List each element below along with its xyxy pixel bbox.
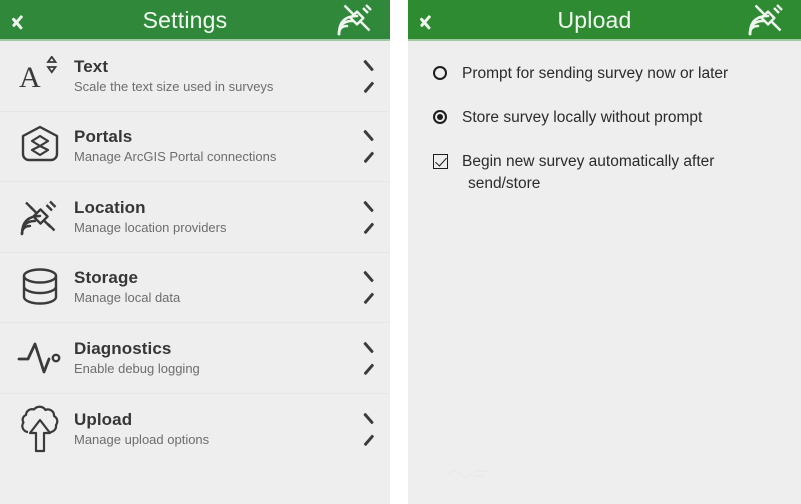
- settings-item-chevron[interactable]: [346, 419, 390, 439]
- svg-text:A: A: [19, 61, 41, 94]
- settings-item-upload-labels: Upload Manage upload options: [70, 409, 346, 449]
- portal-shield-icon: [21, 126, 59, 162]
- text-size-icon: A: [19, 55, 58, 94]
- settings-item-storage[interactable]: Storage Manage local data: [0, 253, 390, 323]
- pulse-icon-wrap: [10, 338, 70, 378]
- settings-item-subtitle: Manage upload options: [74, 431, 210, 447]
- database-icon-wrap: [10, 265, 70, 309]
- upload-option-label-text: Store survey locally without prompt: [462, 109, 703, 126]
- chevron-left-icon: [21, 10, 34, 32]
- settings-item-upload[interactable]: Upload Manage upload options: [0, 394, 390, 465]
- settings-item-title: Storage: [74, 268, 138, 288]
- settings-item-portals-labels: Portals Manage ArcGIS Portal connections: [70, 126, 346, 166]
- dual-screenshot-container: Settings A Text Scale the text size used…: [0, 0, 801, 504]
- settings-item-title: Portals: [74, 127, 133, 147]
- upload-option-begin-new-survey-label: Begin new survey automatically after sen…: [458, 151, 785, 195]
- upload-option-store-locally-control[interactable]: [422, 107, 458, 124]
- upload-satellite-button[interactable]: [735, 0, 801, 41]
- settings-item-storage-labels: Storage Manage local data: [70, 267, 346, 307]
- text-size-icon-wrap: A: [10, 55, 70, 96]
- settings-item-portals[interactable]: Portals Manage ArcGIS Portal connections: [0, 112, 390, 182]
- settings-item-chevron[interactable]: [346, 348, 390, 368]
- settings-item-text[interactable]: A Text Scale the text size used in surve…: [0, 41, 390, 112]
- upload-option-prompt-label: Prompt for sending survey now or later: [458, 63, 785, 85]
- upload-option-label-text: Begin new survey automatically after: [462, 153, 715, 170]
- screens-divider: [390, 0, 408, 504]
- settings-item-title: Diagnostics: [74, 338, 172, 358]
- upload-option-label-text-line2: send/store: [468, 175, 541, 192]
- settings-screen: Settings A Text Scale the text size used…: [0, 0, 390, 504]
- settings-list: A Text Scale the text size used in surve…: [0, 41, 390, 504]
- settings-item-chevron[interactable]: [346, 66, 390, 86]
- satellite-icon-wrap: [10, 195, 70, 239]
- settings-satellite-button[interactable]: [324, 0, 390, 41]
- upload-option-begin-new-survey[interactable]: Begin new survey automatically after sen…: [408, 151, 801, 195]
- faint-watermark: [447, 470, 488, 478]
- portal-shield-icon-wrap: [10, 124, 70, 168]
- upload-option-store-locally[interactable]: Store survey locally without prompt: [408, 107, 801, 129]
- radio-checked-icon[interactable]: [433, 110, 447, 124]
- settings-item-text-labels: Text Scale the text size used in surveys: [70, 56, 346, 96]
- satellite-icon: [748, 3, 783, 35]
- database-icon: [22, 268, 58, 305]
- settings-item-location[interactable]: Location Manage location providers: [0, 182, 390, 253]
- chevron-left-icon: [429, 10, 442, 32]
- upload-options-body: Prompt for sending survey now or later S…: [408, 41, 801, 504]
- upload-option-begin-new-survey-control[interactable]: [422, 151, 458, 169]
- upload-option-prompt-control[interactable]: [422, 63, 458, 80]
- settings-item-chevron[interactable]: [346, 207, 390, 227]
- settings-item-diagnostics-labels: Diagnostics Enable debug logging: [70, 338, 346, 378]
- upload-screen: Upload Prompt for sending survey now or …: [408, 0, 801, 504]
- chevron-right-icon: [363, 136, 374, 156]
- chevron-right-icon: [363, 348, 374, 368]
- checkbox-checked-icon[interactable]: [432, 154, 448, 169]
- settings-item-subtitle: Manage local data: [74, 290, 181, 306]
- upload-option-prompt[interactable]: Prompt for sending survey now or later: [408, 63, 801, 85]
- chevron-right-icon: [363, 66, 374, 86]
- settings-item-title: Upload: [74, 409, 133, 429]
- settings-item-subtitle: Manage location providers: [74, 219, 227, 235]
- settings-item-chevron[interactable]: [346, 277, 390, 297]
- settings-item-chevron[interactable]: [346, 136, 390, 156]
- upload-option-store-locally-label: Store survey locally without prompt: [458, 107, 785, 129]
- satellite-icon: [337, 3, 372, 35]
- settings-item-location-labels: Location Manage location providers: [70, 197, 346, 237]
- settings-item-subtitle: Scale the text size used in surveys: [74, 78, 274, 94]
- settings-title: Settings: [142, 7, 228, 33]
- cloud-upload-icon: [21, 405, 59, 452]
- settings-item-title: Text: [74, 56, 109, 76]
- upload-title: Upload: [557, 7, 632, 33]
- chevron-right-icon: [363, 207, 374, 227]
- chevron-right-icon: [363, 419, 374, 439]
- cloud-upload-icon-wrap: [10, 405, 70, 453]
- settings-item-diagnostics[interactable]: Diagnostics Enable debug logging: [0, 323, 390, 394]
- settings-item-subtitle: Manage ArcGIS Portal connections: [74, 149, 277, 165]
- satellite-icon: [20, 200, 57, 235]
- settings-appbar: Settings: [0, 0, 390, 41]
- upload-appbar: Upload: [408, 0, 801, 41]
- pulse-icon: [17, 342, 61, 374]
- chevron-right-icon: [363, 277, 374, 297]
- radio-unchecked-icon[interactable]: [433, 66, 447, 80]
- settings-item-subtitle: Enable debug logging: [74, 360, 200, 376]
- settings-item-title: Location: [74, 197, 146, 217]
- upload-option-label-text: Prompt for sending survey now or later: [462, 65, 729, 82]
